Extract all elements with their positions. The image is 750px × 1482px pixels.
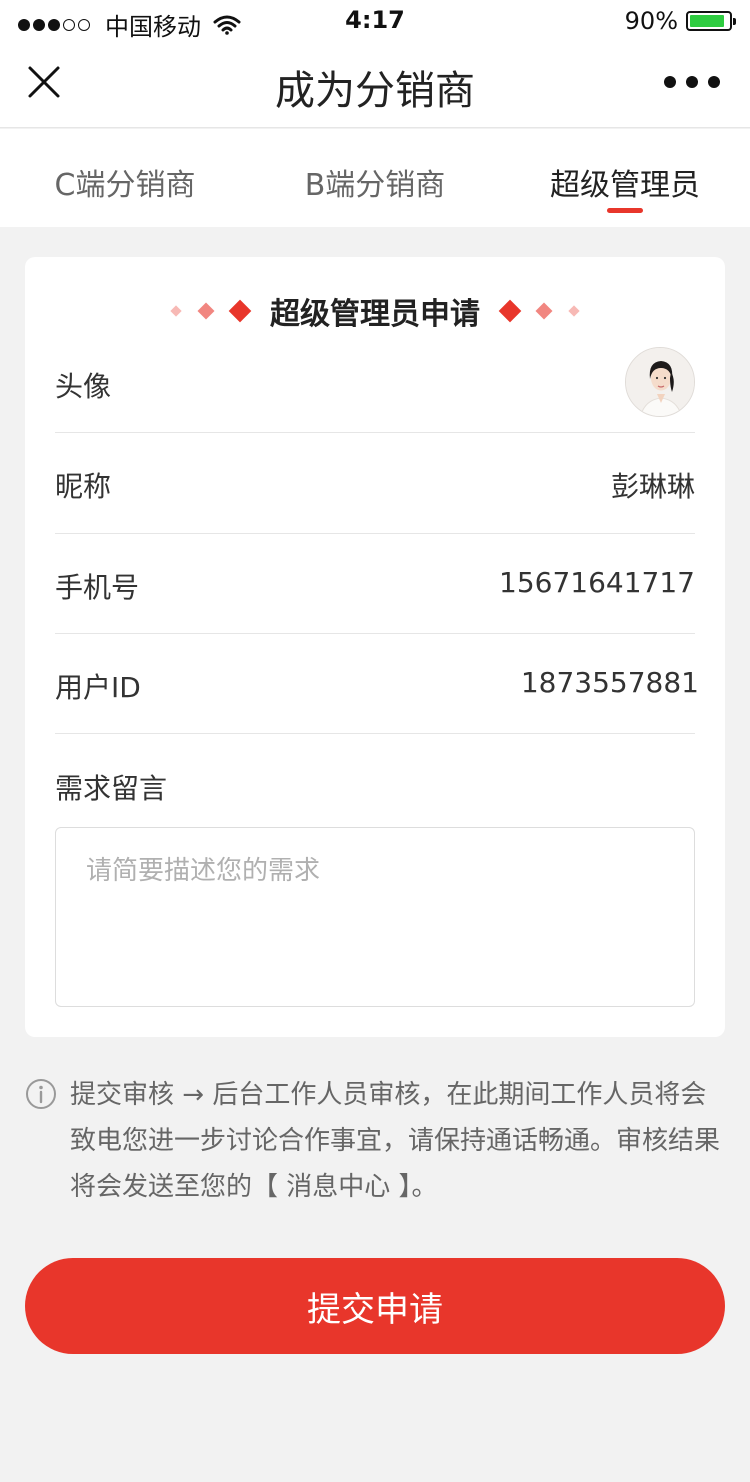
tab-super-admin[interactable]: 超级管理员 xyxy=(500,129,750,227)
diamond-icon xyxy=(498,299,522,323)
submit-button[interactable]: 提交申请 xyxy=(25,1258,725,1354)
notice-text: 提交审核 → 后台工作人员审核，在此期间工作人员将会致电您进一步讨论合作事宜，请… xyxy=(70,1080,721,1202)
avatar-label: 头像 xyxy=(55,370,112,403)
card-title: 超级管理员申请 xyxy=(270,297,480,332)
carrier-name: 中国移动 xyxy=(105,13,201,41)
status-right: 90% xyxy=(624,7,736,35)
memo-input[interactable] xyxy=(55,827,695,1007)
status-left: 中国移动 xyxy=(18,7,241,42)
phone-label: 手机号 xyxy=(55,571,140,604)
application-card: 超级管理员申请 头像 昵称 彭琳琳 手机号 15671641717 用户ID 1… xyxy=(25,257,725,1037)
tab-label: C端分销商 xyxy=(54,168,196,203)
battery-icon xyxy=(686,11,736,31)
phone-row: 手机号 15671641717 xyxy=(55,534,695,634)
avatar[interactable] xyxy=(625,347,695,417)
more-icon[interactable] xyxy=(654,76,720,88)
avatar-row[interactable]: 头像 xyxy=(55,347,695,433)
userid-value: 1873557881 xyxy=(520,666,699,699)
diamond-icon xyxy=(170,305,182,317)
diamond-icon xyxy=(228,299,252,323)
battery-fill xyxy=(690,15,725,27)
tab-b-distributor[interactable]: B端分销商 xyxy=(250,129,500,227)
userid-row: 用户ID 1873557881 xyxy=(55,634,699,734)
status-bar: 中国移动 4:17 90% xyxy=(0,0,750,42)
userid-label: 用户ID xyxy=(55,671,141,704)
nickname-value: 彭琳琳 xyxy=(610,470,695,503)
diamond-icon xyxy=(568,305,580,317)
tab-c-distributor[interactable]: C端分销商 xyxy=(0,129,250,227)
battery-percent: 90% xyxy=(624,7,678,35)
tab-bar: C端分销商 B端分销商 超级管理员 xyxy=(0,129,750,227)
info-icon xyxy=(26,1079,56,1109)
page-title: 成为分销商 xyxy=(275,68,475,114)
diamond-icon xyxy=(197,302,215,320)
avatar-image xyxy=(626,348,694,416)
active-tab-indicator xyxy=(607,208,643,213)
memo-label: 需求留言 xyxy=(55,772,168,805)
signal-icon xyxy=(18,18,93,31)
diamond-icon xyxy=(535,302,553,320)
phone-value: 15671641717 xyxy=(499,566,695,599)
tab-label: B端分销商 xyxy=(304,168,446,203)
close-icon[interactable] xyxy=(24,62,64,102)
wifi-icon xyxy=(213,15,241,35)
nickname-label: 昵称 xyxy=(55,470,112,503)
nickname-row: 昵称 彭琳琳 xyxy=(55,433,695,534)
card-header: 超级管理员申请 xyxy=(25,289,725,333)
tab-label: 超级管理员 xyxy=(550,168,700,203)
nav-bar: 成为分销商 xyxy=(0,40,750,128)
